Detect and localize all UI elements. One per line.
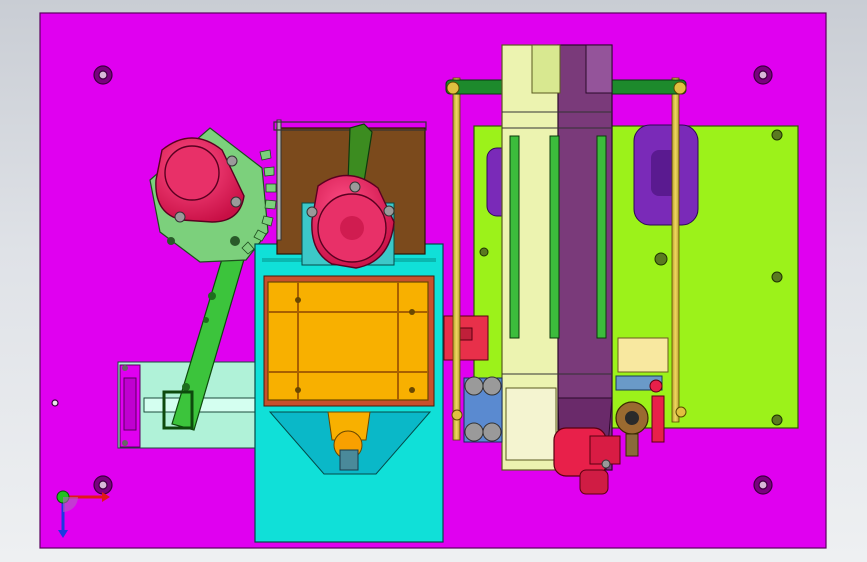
moving-contact-column[interactable] [501,44,613,471]
bolt-icon [771,129,783,141]
cad-viewport[interactable] [0,0,867,562]
bolt-icon [122,440,128,446]
bolt-icon [771,271,783,283]
bolt-icon [771,414,783,426]
pin-hole-icon [51,399,59,407]
mounting-hole-icon [753,475,773,495]
linkage-wheels[interactable] [463,376,503,443]
bolt-icon [479,247,489,257]
mounting-hole-icon [93,65,113,85]
mounting-hole-icon [753,65,773,85]
arc-chute[interactable] [263,275,435,407]
bolt-icon [654,252,668,266]
bolt-icon [122,365,128,371]
mounting-hole-icon [93,475,113,495]
